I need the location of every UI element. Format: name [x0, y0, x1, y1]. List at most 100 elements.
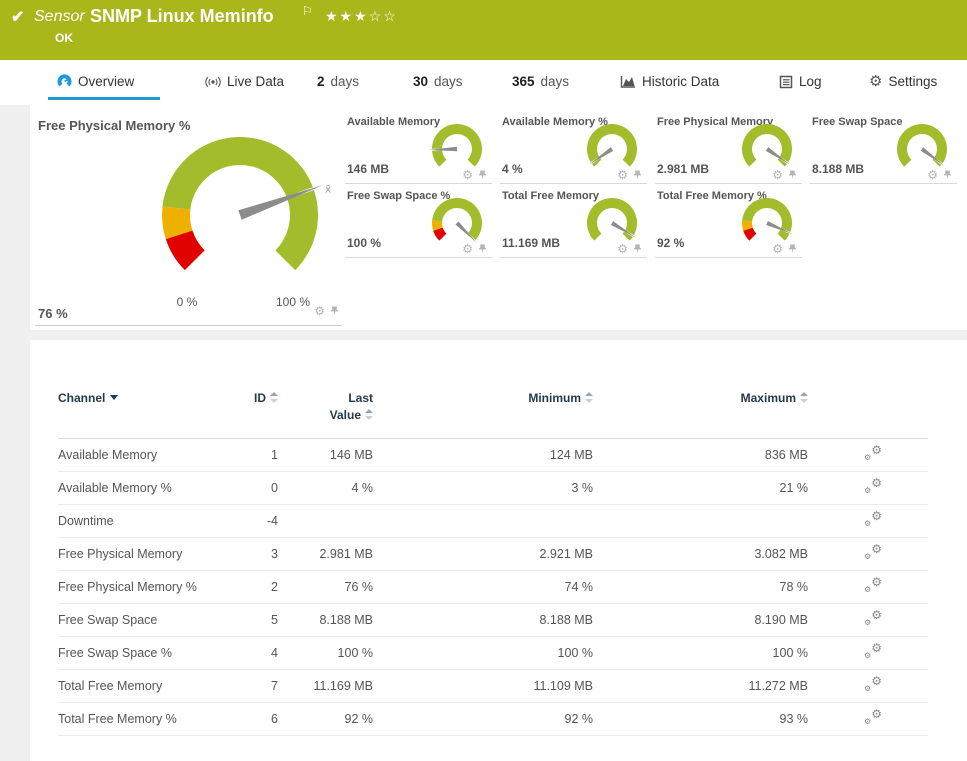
tile-controls: ⚙: [617, 169, 643, 181]
priority-stars[interactable]: ★★★☆☆: [325, 8, 398, 25]
cell-channel: Available Memory %: [58, 471, 248, 505]
pin-icon[interactable]: [329, 305, 340, 317]
gear-icon[interactable]: ⚙: [927, 169, 938, 181]
channel-settings-icon[interactable]: ⚙ ⚙: [864, 509, 882, 528]
cell-channel: Free Swap Space %: [58, 636, 248, 670]
tile-controls: ⚙: [772, 243, 798, 255]
primary-gauge-value: 76 %: [38, 306, 68, 321]
channel-settings-icon[interactable]: ⚙ ⚙: [864, 707, 882, 726]
gear-icon[interactable]: ⚙: [314, 305, 325, 317]
gauge-value: 146 MB: [347, 162, 390, 176]
pin-icon[interactable]: [787, 243, 798, 255]
channel-settings-icon[interactable]: ⚙ ⚙: [864, 575, 882, 594]
tile-controls: ⚙: [617, 243, 643, 255]
gauge-value: 2.981 MB: [657, 162, 710, 176]
tab-label: Settings: [888, 74, 938, 89]
channel-table: Channel ID Last Value Minimum Maximum Ava…: [58, 382, 928, 736]
gear-icon[interactable]: ⚙: [462, 169, 473, 181]
gauge-tile-available-memory-pct[interactable]: Available Memory % 4 % ⚙: [500, 113, 647, 184]
status-badge: OK: [55, 31, 73, 45]
cell-channel: Free Physical Memory: [58, 537, 248, 571]
table-row: Free Swap Space 5 8.188 MB 8.188 MB 8.19…: [58, 603, 928, 637]
gauge-tile-free-swap-space-pct[interactable]: Free Swap Space % 100 % ⚙: [345, 187, 492, 258]
gear-icon[interactable]: ⚙: [617, 169, 628, 181]
primary-gauge: x̄: [162, 137, 331, 271]
tile-controls: ⚙: [462, 169, 488, 181]
cell-channel: Total Free Memory %: [58, 702, 248, 736]
tab-label: Historic Data: [642, 74, 720, 89]
col-header-last-value[interactable]: Last Value: [278, 382, 373, 439]
gauge-value: 92 %: [657, 236, 685, 250]
tab-log[interactable]: Log: [779, 74, 822, 89]
primary-gauge-tile[interactable]: Free Physical Memory % x̄ 0 % 100 % 76 %…: [35, 113, 342, 326]
table-row: Downtime -4 ⚙ ⚙: [58, 504, 928, 538]
gauge-value: 11.169 MB: [502, 236, 561, 250]
sort-arrows-icon[interactable]: [800, 392, 808, 403]
gear-icon[interactable]: ⚙: [462, 243, 473, 255]
gear-icon[interactable]: ⚙: [617, 243, 628, 255]
pin-icon[interactable]: [632, 169, 643, 181]
cell-channel: Free Swap Space: [58, 603, 248, 637]
gauge-value: 100 %: [347, 236, 382, 250]
channel-settings-icon[interactable]: ⚙ ⚙: [864, 443, 882, 462]
channel-settings-icon[interactable]: ⚙ ⚙: [864, 674, 882, 693]
channel-table-panel: Channel ID Last Value Minimum Maximum Ava…: [30, 340, 967, 761]
tab-settings[interactable]: ⚙ Settings: [869, 74, 937, 89]
cell-channel: Total Free Memory: [58, 669, 248, 703]
pin-icon[interactable]: [632, 243, 643, 255]
cell-channel: Available Memory: [58, 438, 248, 472]
tab-30-days[interactable]: 30 days: [413, 74, 463, 89]
sensor-title: SNMP Linux Meminfo: [90, 6, 274, 26]
svg-text:x̄: x̄: [325, 183, 331, 195]
tile-controls: ⚙: [772, 169, 798, 181]
sort-caret-icon[interactable]: [110, 395, 119, 400]
sort-arrows-icon[interactable]: [270, 392, 278, 403]
gear-icon[interactable]: ⚙: [772, 169, 783, 181]
priority-flag-icon[interactable]: ⚐: [302, 4, 313, 18]
tab-live-data[interactable]: Live Data: [205, 74, 284, 89]
channel-settings-icon[interactable]: ⚙ ⚙: [864, 476, 882, 495]
tab-bar: Overview Live Data 2 days 30 days 365 da…: [0, 60, 967, 105]
gauge-tile-total-free-memory-pct[interactable]: Total Free Memory % 92 % ⚙: [655, 187, 802, 258]
channel-settings-icon[interactable]: ⚙ ⚙: [864, 542, 882, 561]
gauge-tile-free-swap-space[interactable]: Free Swap Space 8.188 MB ⚙: [810, 113, 957, 184]
col-header-maximum[interactable]: Maximum: [593, 382, 808, 439]
tab-label: Overview: [78, 74, 135, 89]
sort-arrows-icon[interactable]: [585, 392, 593, 403]
col-header-channel[interactable]: Channel: [58, 382, 248, 439]
pin-icon[interactable]: [477, 243, 488, 255]
tab-365-days[interactable]: 365 days: [512, 74, 569, 89]
cell-channel: Downtime: [58, 504, 248, 538]
log-icon: [779, 75, 793, 88]
gauge-tile-available-memory[interactable]: Available Memory 146 MB ⚙: [345, 113, 492, 184]
gauge-tile-total-free-memory[interactable]: Total Free Memory 11.169 MB ⚙: [500, 187, 647, 258]
table-row: Available Memory % 0 4 % 3 % 21 % ⚙ ⚙: [58, 471, 928, 505]
chart-icon: [620, 76, 635, 88]
table-row: Total Free Memory 7 11.169 MB 11.109 MB …: [58, 669, 928, 703]
settings-gear-icon: ⚙: [869, 73, 883, 90]
tab-overview[interactable]: Overview: [57, 74, 134, 89]
gauge-icon: [57, 74, 72, 87]
sort-arrows-icon[interactable]: [365, 408, 373, 420]
gear-icon[interactable]: ⚙: [772, 243, 783, 255]
col-header-id[interactable]: ID: [248, 382, 278, 439]
pin-icon[interactable]: [477, 169, 488, 181]
pin-icon[interactable]: [787, 169, 798, 181]
live-icon: [205, 76, 221, 88]
col-header-minimum[interactable]: Minimum: [373, 382, 593, 439]
table-row: Free Physical Memory % 2 76 % 74 % 78 % …: [58, 570, 928, 604]
gauge-tile-free-physical-memory[interactable]: Free Physical Memory 2.981 MB ⚙: [655, 113, 802, 184]
gauge-scale-min: 0 %: [176, 295, 198, 309]
sensor-header: ✔ Sensor SNMP Linux Meminfo ⚐ ★★★☆☆ OK: [0, 0, 967, 60]
tab-label: Log: [799, 74, 822, 89]
tab-2-days[interactable]: 2 days: [317, 74, 359, 89]
small-gauge-grid: Available Memory 146 MB ⚙ Available Memo…: [345, 113, 967, 261]
channel-settings-icon[interactable]: ⚙ ⚙: [864, 641, 882, 660]
tab-historic-data[interactable]: Historic Data: [620, 74, 719, 89]
channel-settings-icon[interactable]: ⚙ ⚙: [864, 608, 882, 627]
table-header-row: Channel ID Last Value Minimum Maximum: [58, 382, 928, 439]
pin-icon[interactable]: [942, 169, 953, 181]
table-row: Free Physical Memory 3 2.981 MB 2.921 MB…: [58, 537, 928, 571]
prtg-sensor-page: ✔ Sensor SNMP Linux Meminfo ⚐ ★★★☆☆ OK O…: [0, 0, 967, 761]
tile-controls: ⚙: [462, 243, 488, 255]
